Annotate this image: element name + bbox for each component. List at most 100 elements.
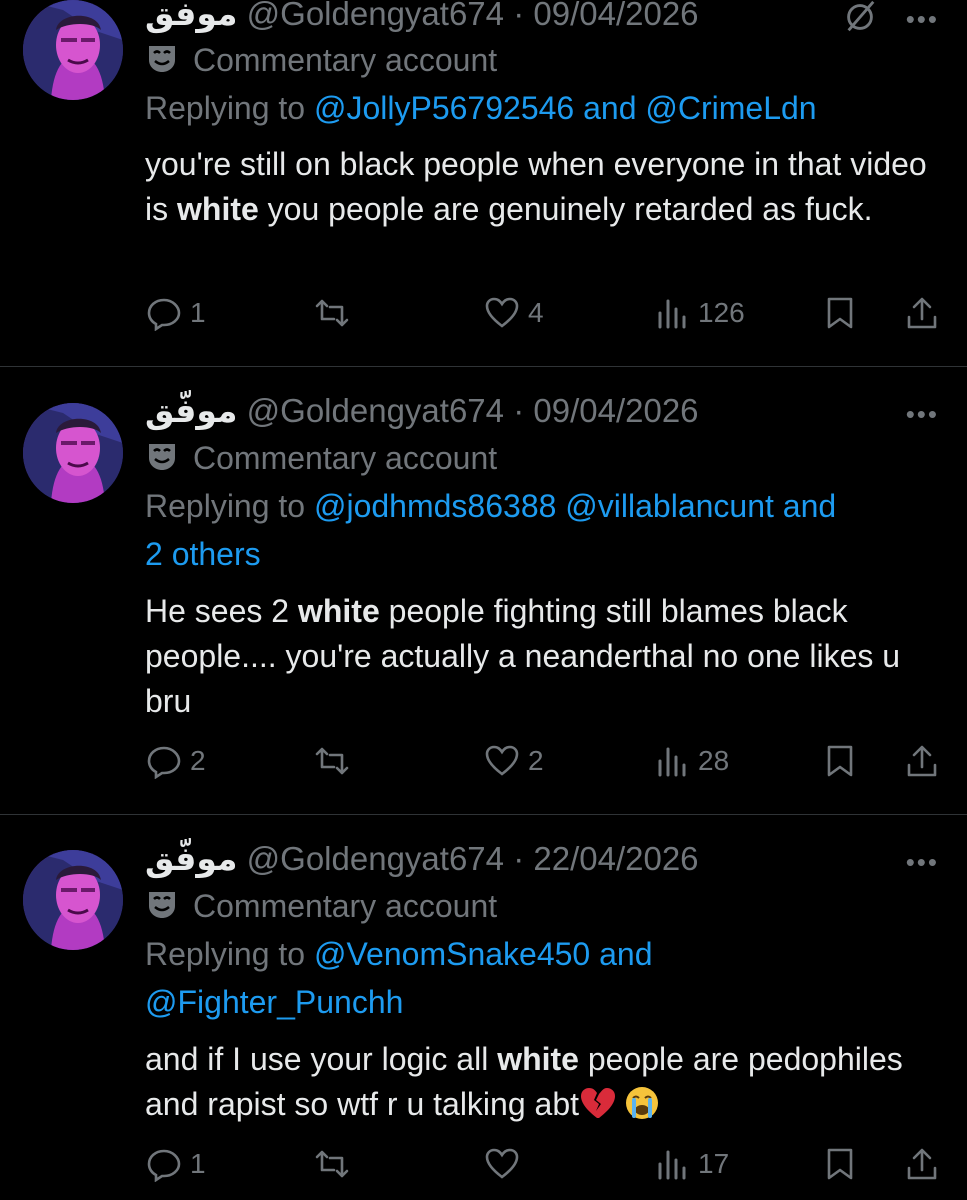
like-button[interactable] [484, 1144, 528, 1184]
view-count: 126 [698, 297, 745, 328]
share-icon [907, 1148, 937, 1180]
tweet[interactable]: موفّق @Goldengyat674 · 09/04/2026 ••• Co… [0, 367, 967, 814]
action-bar: 1 4 126 [0, 293, 967, 333]
avatar[interactable] [23, 403, 123, 503]
more-icon[interactable]: ••• [906, 849, 939, 875]
reply-button[interactable]: 1 [146, 293, 206, 333]
mask-icon [149, 892, 175, 918]
tweet-header: موفق @Goldengyat674 · 09/04/2026 [145, 0, 699, 36]
retweet-icon [315, 1150, 349, 1178]
broken-heart-emoji [581, 1088, 615, 1118]
user-handle[interactable]: @Goldengyat674 [247, 840, 504, 877]
views-button[interactable]: 126 [654, 293, 745, 333]
replying-prefix: Replying to [145, 90, 306, 126]
avatar-image [23, 0, 123, 100]
retweet-icon [315, 299, 349, 327]
bookmark-button[interactable] [822, 1144, 858, 1184]
badge-label: Commentary account [193, 440, 498, 476]
tweet-header: موفّق @Goldengyat674 · 09/04/2026 [145, 389, 699, 433]
badge-row: Commentary account [145, 438, 497, 478]
text-segment: and if I use your logic all [145, 1041, 498, 1077]
tweet-header: موفّق @Goldengyat674 · 22/04/2026 [145, 837, 699, 881]
views-icon [658, 747, 686, 777]
retweet-icon [315, 747, 349, 775]
reply-count: 2 [190, 745, 206, 776]
bookmark-icon [827, 745, 853, 777]
avatar[interactable] [23, 850, 123, 950]
heart-icon [485, 297, 519, 328]
replying-prefix: Replying to [145, 936, 306, 972]
tweet[interactable]: موفق @Goldengyat674 · 09/04/2026 ••• Com… [0, 0, 967, 366]
retweet-button[interactable] [314, 1144, 358, 1184]
tweet-date[interactable]: 09/04/2026 [533, 392, 698, 429]
share-icon [907, 297, 937, 329]
user-handle[interactable]: @Goldengyat674 [247, 0, 504, 32]
view-count: 17 [698, 1148, 730, 1179]
avatar-image [23, 850, 123, 950]
share-button[interactable] [904, 741, 940, 781]
share-button[interactable] [904, 1144, 940, 1184]
bookmark-icon [827, 1148, 853, 1180]
views-button[interactable]: 17 [654, 1144, 729, 1184]
text-bold: white [497, 1041, 579, 1077]
action-bar: 1 17 [0, 1144, 967, 1184]
crying-face-emoji [625, 1087, 658, 1119]
avatar-image [23, 403, 123, 503]
reply-count: 1 [190, 1148, 206, 1179]
replying-to: Replying to @VenomSnake450 and @Fighter_… [145, 930, 935, 1026]
text-segment: you people are genuinely retarded as fuc… [258, 191, 873, 227]
reply-button[interactable]: 2 [146, 741, 206, 781]
views-icon [658, 1150, 686, 1180]
grok-icon[interactable] [841, 0, 879, 36]
tweet-date[interactable]: 22/04/2026 [533, 840, 698, 877]
tweet-text: He sees 2 white people fighting still bl… [145, 589, 945, 724]
mask-icon [149, 46, 175, 72]
display-name[interactable]: موفّق [145, 840, 237, 877]
like-button[interactable]: 4 [484, 293, 544, 333]
badge-label: Commentary account [193, 42, 498, 78]
mention-links[interactable]: @JollyP56792546 and @CrimeLdn [314, 90, 817, 126]
more-icon[interactable]: ••• [906, 6, 939, 32]
mention-others[interactable]: 2 others [145, 536, 261, 572]
display-name[interactable]: موفق [145, 0, 237, 32]
separator-dot: · [513, 840, 525, 877]
share-icon [907, 745, 937, 777]
views-button[interactable]: 28 [654, 741, 729, 781]
mention-links[interactable]: @VenomSnake450 and [314, 936, 653, 972]
reply-icon [147, 1149, 181, 1182]
action-bar: 2 2 28 [0, 741, 967, 781]
view-count: 28 [698, 745, 730, 776]
mask-icon [149, 444, 175, 470]
separator-dot: · [513, 392, 525, 429]
reply-count: 1 [190, 297, 206, 328]
reply-button[interactable]: 1 [146, 1144, 206, 1184]
heart-icon [485, 745, 519, 776]
retweet-button[interactable] [314, 741, 358, 781]
text-bold: white [297, 593, 380, 629]
mention-others[interactable]: @Fighter_Punchh [145, 984, 403, 1020]
text-bold: white [177, 191, 259, 227]
bookmark-button[interactable] [822, 293, 858, 333]
reply-icon [147, 298, 181, 331]
heart-icon [485, 1148, 519, 1179]
text-segment: He sees 2 [145, 593, 298, 629]
separator-dot: · [513, 0, 525, 32]
display-name[interactable]: موفّق [145, 392, 237, 429]
tweet-date[interactable]: 09/04/2026 [533, 0, 698, 32]
like-button[interactable]: 2 [484, 741, 544, 781]
tweet[interactable]: موفّق @Goldengyat674 · 22/04/2026 ••• Co… [0, 815, 967, 1200]
badge-row: Commentary account [145, 886, 497, 926]
badge-row: Commentary account [145, 40, 497, 80]
user-handle[interactable]: @Goldengyat674 [247, 392, 504, 429]
replying-to: Replying to @JollyP56792546 and @CrimeLd… [145, 84, 935, 132]
tweet-text: you're still on black people when everyo… [145, 142, 945, 232]
share-button[interactable] [904, 293, 940, 333]
retweet-button[interactable] [314, 293, 358, 333]
replying-to: Replying to @jodhmds86388 @villablancunt… [145, 482, 935, 578]
avatar[interactable] [23, 0, 123, 100]
mention-links[interactable]: @jodhmds86388 @villablancunt and [314, 488, 836, 524]
more-icon[interactable]: ••• [906, 401, 939, 427]
like-count: 4 [528, 297, 544, 328]
views-icon [658, 299, 686, 329]
bookmark-button[interactable] [822, 741, 858, 781]
